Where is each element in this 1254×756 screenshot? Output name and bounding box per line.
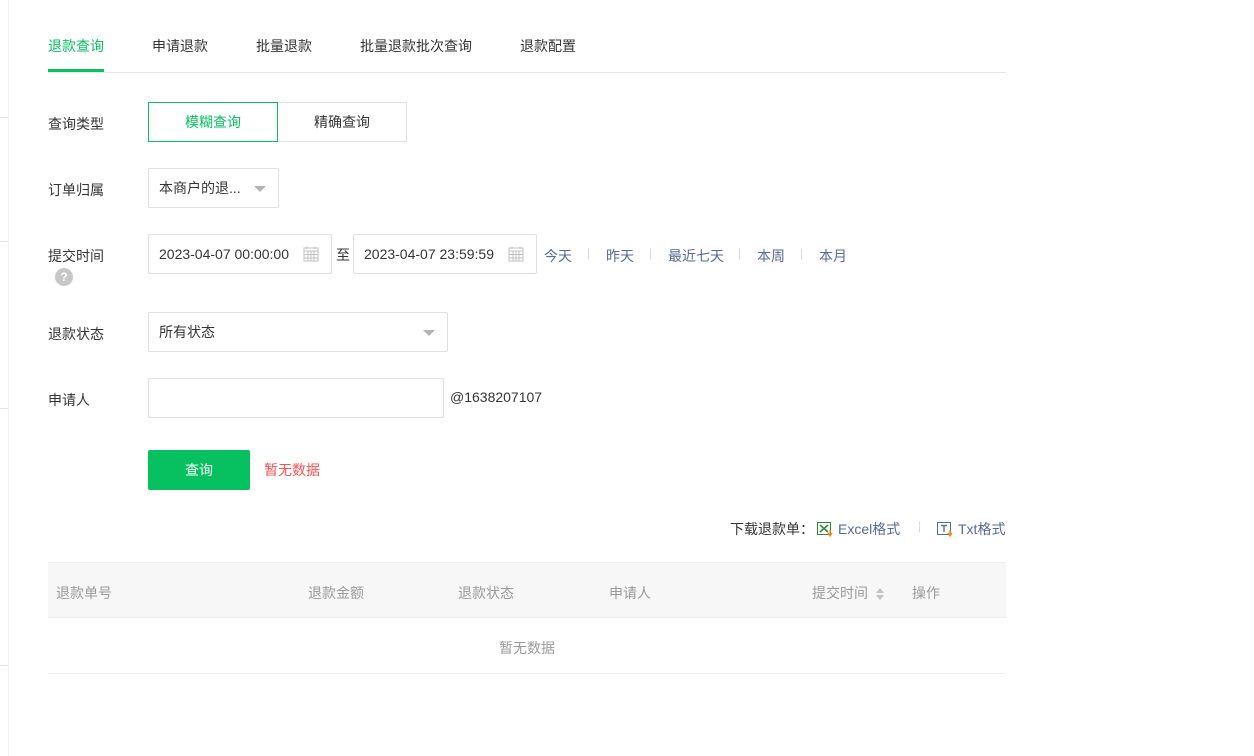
no-data-hint: 暂无数据 bbox=[264, 462, 320, 478]
column-submit-time-label: 提交时间 bbox=[812, 585, 868, 601]
exact-query-option[interactable]: 精确查询 bbox=[277, 102, 407, 142]
quick-range-yesterday[interactable]: 昨天 bbox=[606, 246, 634, 266]
quick-range-separator: | bbox=[649, 246, 653, 260]
end-date-value: 2023-04-07 23:59:59 bbox=[364, 246, 494, 262]
table-header: 退款单号 退款金额 退款状态 申请人 提交时间 操作 bbox=[48, 562, 1006, 618]
column-submit-time[interactable]: 提交时间 bbox=[812, 583, 884, 603]
start-date-value: 2023-04-07 00:00:00 bbox=[159, 246, 289, 262]
refund-table: 退款单号 退款金额 退款状态 申请人 提交时间 操作 暂无数据 bbox=[48, 562, 1006, 674]
chevron-down-icon bbox=[423, 330, 435, 336]
calendar-icon bbox=[508, 246, 524, 262]
order-owner-label: 订单归属 bbox=[48, 182, 104, 198]
quick-range-today[interactable]: 今天 bbox=[544, 246, 572, 266]
tab-refund-config[interactable]: 退款配置 bbox=[520, 36, 576, 56]
quick-range-separator: | bbox=[738, 246, 742, 260]
calendar-icon bbox=[303, 246, 319, 262]
fuzzy-query-option[interactable]: 模糊查询 bbox=[148, 102, 278, 142]
quick-range-this-week[interactable]: 本周 bbox=[757, 246, 785, 266]
download-excel-link[interactable]: Excel格式 bbox=[817, 519, 900, 539]
query-type-label: 查询类型 bbox=[48, 116, 104, 132]
refund-status-select[interactable]: 所有状态 bbox=[148, 312, 448, 352]
quick-range-last-seven-days[interactable]: 最近七天 bbox=[668, 246, 724, 266]
help-icon[interactable]: ? bbox=[55, 268, 73, 286]
download-label: 下载退款单： bbox=[730, 521, 814, 537]
column-refund-no: 退款单号 bbox=[56, 585, 112, 601]
query-button[interactable]: 查询 bbox=[148, 450, 250, 490]
tab-batch-refund-query[interactable]: 批量退款批次查询 bbox=[360, 36, 472, 56]
tab-apply-refund[interactable]: 申请退款 bbox=[152, 36, 208, 56]
download-separator: | bbox=[918, 519, 922, 533]
refund-status-value: 所有状态 bbox=[159, 324, 215, 340]
submit-time-label: 提交时间 bbox=[48, 248, 104, 264]
sort-icon bbox=[875, 588, 884, 601]
active-tab-indicator bbox=[48, 69, 104, 72]
excel-download-icon bbox=[817, 521, 833, 537]
sidebar-divider bbox=[0, 117, 8, 118]
column-applicant: 申请人 bbox=[609, 585, 651, 601]
end-date-input[interactable]: 2023-04-07 23:59:59 bbox=[353, 234, 537, 274]
order-owner-select[interactable]: 本商户的退... bbox=[148, 168, 279, 208]
sidebar-divider bbox=[0, 665, 8, 666]
column-refund-amount: 退款金额 bbox=[308, 585, 364, 601]
applicant-suffix: @1638207107 bbox=[450, 389, 543, 405]
quick-range-this-month[interactable]: 本月 bbox=[819, 246, 847, 266]
table-body: 暂无数据 bbox=[48, 618, 1006, 674]
empty-state-text: 暂无数据 bbox=[499, 640, 555, 656]
txt-download-icon bbox=[937, 521, 953, 537]
left-sidebar-edge bbox=[0, 0, 9, 756]
refund-status-label: 退款状态 bbox=[48, 326, 104, 342]
download-txt-link[interactable]: Txt格式 bbox=[937, 519, 1005, 539]
applicant-label: 申请人 bbox=[48, 392, 90, 408]
download-txt-label: Txt格式 bbox=[958, 521, 1006, 537]
download-excel-label: Excel格式 bbox=[838, 521, 901, 537]
date-range-separator: 至 bbox=[336, 247, 350, 263]
column-refund-status: 退款状态 bbox=[458, 585, 514, 601]
sidebar-divider bbox=[0, 408, 8, 409]
column-actions: 操作 bbox=[912, 585, 940, 601]
quick-range-separator: | bbox=[800, 246, 804, 260]
order-owner-value: 本商户的退... bbox=[159, 180, 241, 196]
chevron-down-icon bbox=[254, 186, 266, 192]
tab-refund-query[interactable]: 退款查询 bbox=[48, 36, 104, 56]
tab-bar: 退款查询 申请退款 批量退款 批量退款批次查询 退款配置 bbox=[48, 0, 1006, 73]
tab-batch-refund[interactable]: 批量退款 bbox=[256, 36, 312, 56]
start-date-input[interactable]: 2023-04-07 00:00:00 bbox=[148, 234, 332, 274]
applicant-input[interactable] bbox=[148, 378, 444, 418]
sidebar-divider bbox=[0, 241, 8, 242]
quick-range-separator: | bbox=[587, 246, 591, 260]
